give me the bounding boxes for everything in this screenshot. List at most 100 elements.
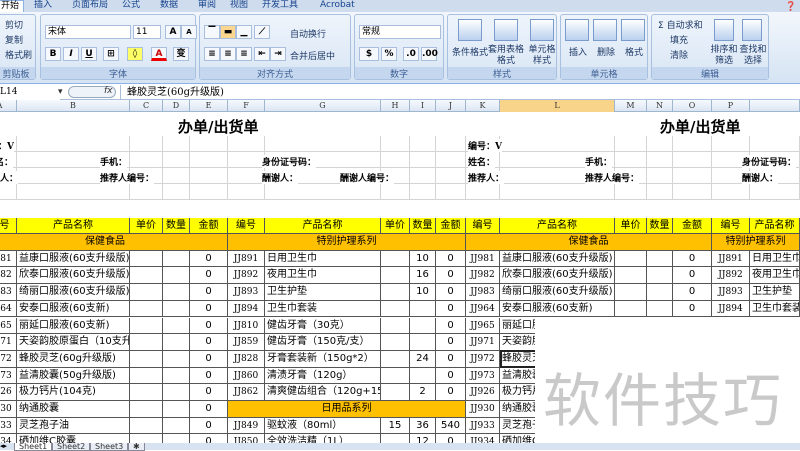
tab-6[interactable]: 视图 — [226, 0, 252, 12]
table-format-icon[interactable] — [494, 19, 518, 41]
chevron-down-icon[interactable]: ▾ — [58, 87, 63, 97]
cell-grid[interactable] — [436, 152, 466, 168]
cell-care-left-r7-c2[interactable] — [381, 350, 410, 368]
cell-care-left-r1-c3[interactable]: 10 — [410, 250, 436, 268]
cell-care-right-r1-c0[interactable]: JJ891 — [712, 250, 750, 268]
cell-grid[interactable] — [647, 168, 673, 184]
cell-health-right-r1-c4[interactable]: 0 — [673, 250, 712, 268]
cell-health-left-r4-c0[interactable]: JJ964 — [0, 300, 17, 318]
cell-care-left-r8-c0[interactable]: JJ860 — [228, 367, 265, 385]
tab-2[interactable]: 页面布局 — [68, 0, 112, 12]
cell-health-right-r3-c0[interactable]: JJ983 — [466, 284, 500, 301]
cell-care-left-r6-c4[interactable]: 0 — [436, 334, 466, 351]
decrease-decimal-icon[interactable]: .00 — [421, 47, 438, 61]
cell-health-left-r9-c3[interactable] — [163, 384, 190, 401]
cell-health-left-r9-c2[interactable] — [130, 384, 163, 401]
cell-care-left-r7-c1[interactable]: 牙膏套装新（150g*2） — [265, 350, 381, 368]
cell-health-left-r8-c4[interactable]: 0 — [190, 367, 228, 385]
cell-health-right-r11-c0[interactable]: JJ933 — [466, 417, 500, 435]
cell-grid[interactable] — [190, 152, 228, 168]
cell-grid[interactable] — [712, 184, 750, 200]
cell-health-left-r4-c4[interactable]: 0 — [190, 300, 228, 318]
cell-health-left-r11-c2[interactable] — [130, 417, 163, 435]
cell-care-left-r1-c0[interactable]: JJ891 — [228, 250, 265, 268]
table-format-button[interactable]: 套用表格格式 — [488, 45, 524, 67]
cell-health-left-r11-c1[interactable]: 灵芝孢子油 — [17, 417, 130, 435]
cell-care-left-r8-c2[interactable] — [381, 367, 410, 385]
column-header-F[interactable]: F — [228, 100, 265, 112]
column-header-K[interactable]: K — [466, 100, 500, 112]
column-header-E[interactable]: E — [190, 100, 228, 112]
cell-care-left-r12-c4[interactable]: 0 — [436, 434, 466, 443]
cell-style-icon[interactable] — [530, 19, 554, 41]
cell-grid[interactable] — [673, 136, 712, 152]
cell-grid[interactable] — [0, 184, 17, 200]
fx-button[interactable]: fx — [104, 86, 113, 96]
cell-health-left-r12-c4[interactable]: 0 — [190, 434, 228, 443]
cell-care-left-r2-c0[interactable]: JJ892 — [228, 267, 265, 285]
tab-3[interactable]: 公式 — [118, 0, 144, 12]
cell-care-left-r5-c4[interactable]: 0 — [436, 317, 466, 335]
format-painter-button[interactable]: 格式刷 — [5, 48, 32, 61]
fill-color-icon[interactable]: ◊ — [127, 47, 143, 61]
cell-health-right-r12-c0[interactable]: JJ934 — [466, 434, 500, 443]
cell-care-left-r6-c0[interactable]: JJ859 — [228, 334, 265, 351]
cell-health-left-r11-c4[interactable]: 0 — [190, 417, 228, 435]
binoculars-icon[interactable] — [742, 19, 762, 41]
phonetic-icon[interactable]: 变 — [173, 47, 189, 61]
column-header-C[interactable]: C — [130, 100, 163, 112]
cell-grid[interactable] — [381, 136, 410, 152]
cell-grid[interactable] — [436, 136, 466, 152]
cell-grid[interactable] — [436, 184, 466, 200]
cell-care-left-r11-c0[interactable]: JJ849 — [228, 417, 265, 435]
cell-health-left-r7-c4[interactable]: 0 — [190, 350, 228, 368]
cell-health-left-r9-c1[interactable]: 极力钙片(104克) — [17, 384, 130, 401]
cell-health-right-r10-c0[interactable]: JJ930 — [466, 401, 500, 418]
cell-health-left-r5-c4[interactable]: 0 — [190, 317, 228, 335]
autosum-button[interactable]: Σ 自动求和 — [658, 18, 703, 31]
column-header-G[interactable]: G — [265, 100, 381, 112]
cell-care-left-r3-c0[interactable]: JJ893 — [228, 284, 265, 301]
cell-health-left-r9-c0[interactable]: JJ926 — [0, 384, 17, 401]
cell-care-left-r5-c3[interactable] — [410, 317, 436, 335]
cell-health-right-r1-c0[interactable]: JJ981 — [466, 250, 500, 268]
copy-button[interactable]: 复制 — [5, 33, 23, 46]
cell-care-left-r11-c3[interactable]: 36 — [410, 417, 436, 435]
cell-grid[interactable] — [750, 136, 800, 152]
cell-grid[interactable] — [673, 184, 712, 200]
cell-grid[interactable] — [190, 136, 228, 152]
cell-health-left-r3-c0[interactable]: JJ983 — [0, 284, 17, 301]
cell-style-button[interactable]: 单元格样式 — [528, 45, 556, 67]
cell-health-right-r4-c4[interactable]: 0 — [673, 300, 712, 318]
column-header-M[interactable]: M — [615, 100, 647, 112]
cell-health-left-r1-c3[interactable] — [163, 250, 190, 268]
cell-health-left-r1-c0[interactable]: JJ981 — [0, 250, 17, 268]
cell-health-left-r10-c4[interactable]: 0 — [190, 401, 228, 418]
cell-grid[interactable] — [615, 184, 647, 200]
cell-care-left-r8-c1[interactable]: 清渍牙膏（120g） — [265, 367, 381, 385]
cell-grid[interactable] — [410, 136, 436, 152]
formula-input[interactable]: 蜂胶灵芝(60g升级版) — [120, 85, 224, 100]
cell-health-left-r5-c1[interactable]: 丽延口服液(60支新) — [17, 317, 130, 335]
cell-health-right-r4-c3[interactable] — [647, 300, 673, 318]
cell-care-right-r4-c1[interactable]: 卫生巾套装 — [750, 300, 800, 318]
cell-care-right-r3-c1[interactable]: 卫生护垫 — [750, 284, 800, 301]
cell-grid[interactable] — [712, 136, 750, 152]
cell-health-left-r7-c1[interactable]: 蜂胶灵芝(60g升级版) — [17, 350, 130, 368]
cell-health-left-r8-c3[interactable] — [163, 367, 190, 385]
name-box[interactable]: L14 — [0, 86, 60, 100]
column-header-N[interactable]: N — [647, 100, 673, 112]
tab-4[interactable]: 数据 — [156, 0, 182, 12]
italic-button[interactable]: I — [63, 47, 79, 61]
shrink-font-button[interactable]: A — [181, 25, 197, 39]
cell-care-left-r12-c2[interactable] — [381, 434, 410, 443]
cell-care-left-r7-c3[interactable]: 24 — [410, 350, 436, 368]
cell-health-left-r11-c3[interactable] — [163, 417, 190, 435]
insert-cells-icon[interactable] — [565, 19, 589, 41]
cell-health-left-r7-c2[interactable] — [130, 350, 163, 368]
cell-care-left-r9-c2[interactable] — [381, 384, 410, 401]
decrease-indent-icon[interactable]: ⇤ — [254, 47, 270, 61]
cell-care-left-r7-c4[interactable]: 0 — [436, 350, 466, 368]
number-format-select[interactable]: 常规 — [359, 25, 441, 39]
help-icon[interactable]: ❓ — [785, 2, 796, 12]
